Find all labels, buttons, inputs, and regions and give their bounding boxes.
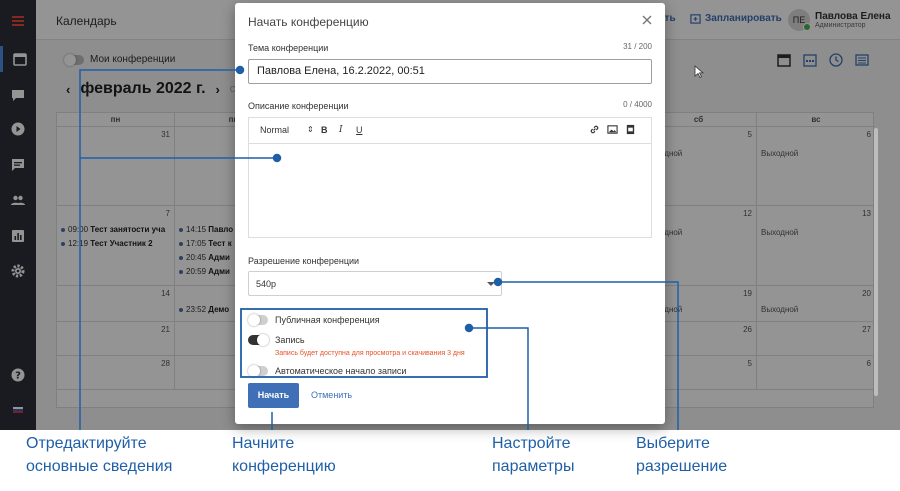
description-editor: Normal ⇕ B I U — [248, 117, 652, 238]
description-counter: 0 / 4000 — [623, 100, 652, 109]
format-select[interactable]: Normal — [260, 125, 289, 135]
close-icon[interactable] — [640, 13, 654, 27]
toggle-switch[interactable] — [248, 365, 268, 377]
description-textarea[interactable] — [249, 144, 651, 237]
resolution-value: 540p — [256, 279, 277, 289]
caret-down-icon — [487, 282, 495, 286]
cancel-button[interactable]: Отменить — [311, 390, 352, 400]
italic-button[interactable]: I — [339, 125, 343, 135]
image-icon[interactable] — [607, 124, 618, 137]
mouse-cursor-icon — [694, 65, 704, 79]
toggle-switch[interactable] — [248, 334, 269, 346]
start-button[interactable]: Начать — [248, 383, 299, 408]
caption-settings: Настройте параметры — [492, 435, 575, 475]
toggle-switch[interactable] — [248, 314, 268, 326]
caption-resolution: Выберите разрешение — [636, 435, 728, 475]
underline-button[interactable]: U — [356, 125, 363, 135]
bold-button[interactable]: B — [321, 125, 328, 135]
auto-record-toggle[interactable]: Автоматическое начало записи — [248, 365, 406, 377]
scrollbar[interactable] — [874, 128, 878, 396]
dialog-title: Начать конференцию — [248, 15, 369, 29]
topic-label: Тема конференции — [248, 43, 329, 53]
resolution-select[interactable]: 540p — [248, 271, 502, 296]
caption-edit: Отредактируйте основные сведения — [26, 435, 173, 475]
format-arrows-icon[interactable]: ⇕ — [307, 125, 314, 134]
record-toggle[interactable]: Запись — [248, 334, 305, 346]
topic-counter: 31 / 200 — [623, 42, 652, 51]
topic-input[interactable]: Павлова Елена, 16.2.2022, 00:51 — [248, 59, 652, 84]
record-note: Запись будет доступна для просмотра и ск… — [275, 350, 465, 357]
start-conference-dialog: Начать конференцию Тема конференции 31 /… — [235, 3, 665, 424]
link-icon[interactable] — [589, 124, 600, 137]
caption-start: Начните конференцию — [232, 435, 336, 475]
description-label: Описание конференции — [248, 101, 349, 111]
resolution-label: Разрешение конференции — [248, 256, 360, 266]
video-icon[interactable] — [625, 124, 636, 137]
public-conference-toggle[interactable]: Публичная конференция — [248, 314, 380, 326]
screen: ? Календарь ать Запланировать ПЕ Павлова… — [0, 0, 900, 491]
editor-toolbar: Normal ⇕ B I U — [249, 118, 651, 144]
